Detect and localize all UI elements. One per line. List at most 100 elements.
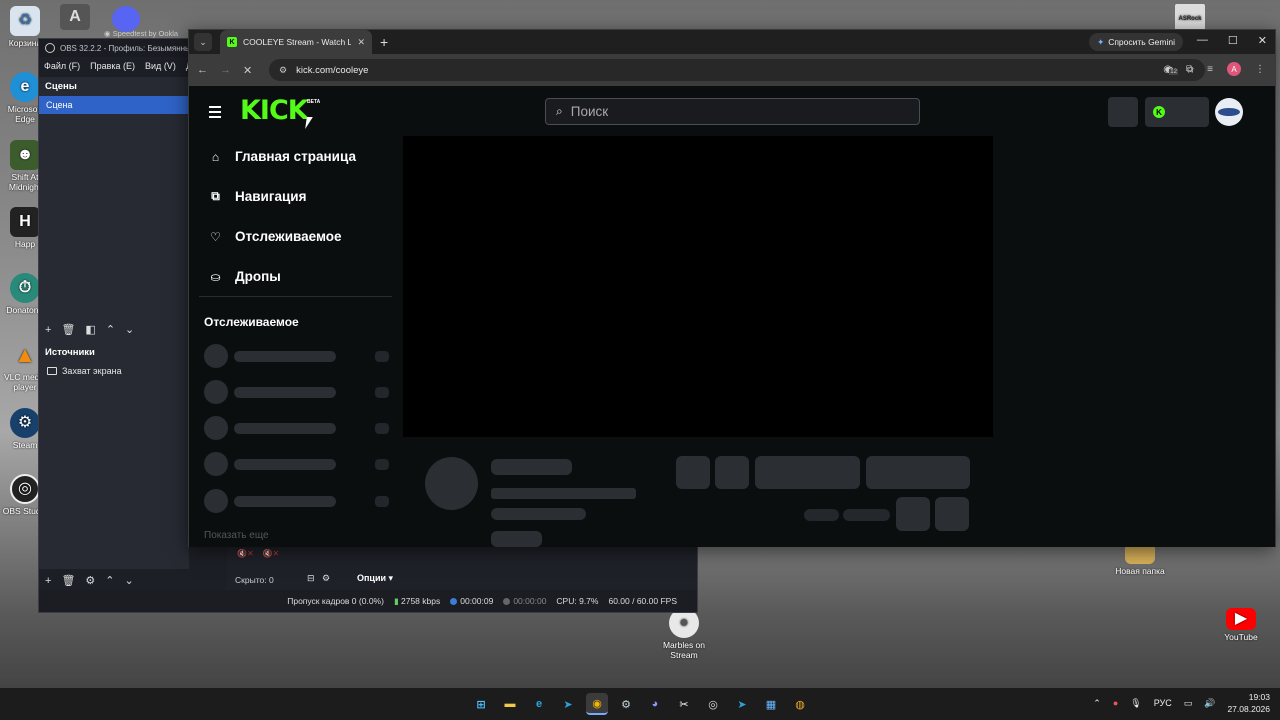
background-tab-label: Speedtest by Ookla bbox=[112, 29, 179, 38]
remove-source-icon[interactable]: 🗑 bbox=[61, 574, 75, 587]
toolbar-actions: ◉ 12 ⧉ ≡ A ⋮ bbox=[1163, 62, 1265, 76]
browse-icon: ⧉ bbox=[211, 189, 220, 203]
add-scene-icon[interactable]: + bbox=[45, 324, 51, 336]
obs-source-item[interactable]: Захват экрана bbox=[39, 362, 189, 380]
kick-coins-button[interactable]: K bbox=[1145, 97, 1209, 127]
source-settings-icon[interactable]: ⚙ bbox=[85, 574, 95, 587]
site-info-icon[interactable]: ⚙ bbox=[279, 65, 287, 76]
minimize-icon[interactable]: — bbox=[1197, 34, 1208, 47]
followed-channel-skeleton bbox=[204, 416, 389, 440]
nav-drops[interactable]: ⛀ Дропы bbox=[209, 269, 280, 284]
obs-statusbar: Пропуск кадров 0 (0.0%) ▮ 2758 kbps 00:0… bbox=[39, 590, 697, 612]
address-bar[interactable]: ⚙ kick.com/cooleye ⊕ ☆ bbox=[269, 59, 1205, 81]
source-up-icon[interactable]: ⌃ bbox=[105, 574, 114, 587]
subscribe-button-skeleton bbox=[866, 456, 970, 489]
source-down-icon[interactable]: ⌄ bbox=[125, 574, 134, 587]
capcut-icon[interactable]: ✂ bbox=[673, 693, 695, 715]
close-tab-icon[interactable]: ✕ bbox=[357, 37, 365, 48]
video-player[interactable] bbox=[403, 136, 993, 437]
file-explorer-icon[interactable]: ▬ bbox=[499, 693, 521, 715]
share-button-skeleton bbox=[896, 497, 930, 531]
recycle-bin-icon: ♻ bbox=[10, 6, 40, 36]
desktop-icon-label: YouTube bbox=[1224, 632, 1258, 642]
scene-filter-icon[interactable]: ◧ bbox=[85, 323, 95, 336]
obs-taskbar-icon[interactable]: ◎ bbox=[702, 693, 724, 715]
input-language[interactable]: РУС bbox=[1154, 698, 1172, 708]
stop-icon[interactable]: ✕ bbox=[243, 64, 252, 77]
happ-icon: H bbox=[10, 207, 40, 237]
tab-title: COOLEYE Stream - Watch Live bbox=[243, 37, 352, 47]
channel-name-skeleton bbox=[491, 459, 572, 475]
steam-taskbar-icon[interactable]: ⚙ bbox=[615, 693, 637, 715]
obs-sources-toolbar: + 🗑 ⚙ ⌃ ⌄ bbox=[45, 574, 134, 588]
obs-menu-edit[interactable]: Правка (E) bbox=[90, 61, 135, 71]
desktop-icon-youtube[interactable]: ▶ YouTube bbox=[1218, 608, 1264, 642]
donation-app-icon[interactable]: ◍ bbox=[789, 693, 811, 715]
forward-icon[interactable]: → bbox=[220, 64, 231, 76]
maximize-icon[interactable]: ☐ bbox=[1228, 34, 1238, 47]
url-text: kick.com/cooleye bbox=[296, 64, 369, 76]
nav-home[interactable]: ⌂ Главная страница bbox=[209, 149, 356, 164]
close-window-icon[interactable]: ✕ bbox=[1258, 34, 1267, 47]
kick-favicon-icon: K bbox=[227, 37, 237, 47]
chrome-menu-icon[interactable]: ⋮ bbox=[1255, 64, 1265, 75]
more-button-skeleton bbox=[935, 497, 969, 531]
network-icon[interactable]: ▭ bbox=[1184, 698, 1193, 709]
chrome-taskbar-icon[interactable]: ◉ bbox=[586, 693, 608, 715]
volume-icon[interactable]: 🔊 bbox=[1204, 698, 1215, 709]
followed-section-title: Отслеживаемое bbox=[204, 315, 299, 329]
obs-transition-icons[interactable]: ⊟ ⚙ bbox=[307, 573, 330, 584]
follow-button-skeleton bbox=[755, 456, 860, 489]
mute-icons[interactable]: 🔇✕ 🔇✕ bbox=[237, 549, 279, 558]
extensions-puzzle-icon[interactable]: ⧉ bbox=[1186, 64, 1193, 75]
gemini-button[interactable]: ✦ Спросить Gemini bbox=[1089, 33, 1183, 51]
remove-scene-icon[interactable]: 🗑 bbox=[61, 323, 75, 336]
extension-badge-icon[interactable]: ◉ 12 bbox=[1163, 64, 1178, 75]
search-input[interactable]: ⌕ Поиск bbox=[545, 98, 920, 125]
edge-taskbar-icon[interactable]: e bbox=[528, 693, 550, 715]
home-icon: ⌂ bbox=[211, 149, 220, 164]
donaton-icon: ⏱ bbox=[10, 273, 40, 303]
clock[interactable]: 19:03 27.08.2026 bbox=[1227, 691, 1270, 715]
desktop-icon-marbles[interactable]: ● Marbles on Stream bbox=[658, 608, 710, 660]
new-tab-icon[interactable]: + bbox=[380, 34, 388, 50]
discord-taskbar-icon[interactable]: ◕ bbox=[644, 693, 666, 715]
obs-options-button[interactable]: Опции ▾ bbox=[357, 573, 393, 584]
chrome-window[interactable]: ⌄ K COOLEYE Stream - Watch Live ✕ + ✦ Сп… bbox=[188, 29, 1276, 547]
nav-browse[interactable]: ⧉ Навигация bbox=[209, 189, 306, 204]
move-up-icon[interactable]: ⌃ bbox=[106, 323, 115, 336]
media-control-icon[interactable]: ≡ bbox=[1207, 64, 1213, 75]
nav-following[interactable]: ♡ Отслеживаемое bbox=[209, 229, 341, 244]
telegram-icon[interactable]: ➤ bbox=[557, 693, 579, 715]
obs-sources-title: Источники bbox=[45, 347, 95, 358]
tray-app-icon[interactable]: ● bbox=[1113, 698, 1118, 708]
telegram-alt-icon[interactable]: ➤ bbox=[731, 693, 753, 715]
extension-badge-count: 12 bbox=[1169, 68, 1178, 75]
move-down-icon[interactable]: ⌄ bbox=[125, 323, 134, 336]
tab-kick-stream[interactable]: K COOLEYE Stream - Watch Live ✕ bbox=[220, 30, 372, 54]
start-windows-icon[interactable]: ⊞ bbox=[470, 693, 492, 715]
tray-chevron-icon[interactable]: ⌃ bbox=[1093, 698, 1101, 709]
kick-page: KICK BETA ⌕ Поиск K ⌂ Главная страница ⧉… bbox=[189, 86, 1275, 547]
obs-scenes-toolbar: + 🗑 ◧ ⌃ ⌄ bbox=[45, 323, 134, 337]
obs-fps: 60.00 / 60.00 FPS bbox=[608, 596, 677, 606]
obs-sources-dock: Источники Захват экрана bbox=[39, 343, 189, 569]
microphone-icon[interactable]: 🎙 bbox=[1130, 698, 1141, 709]
kick-logo[interactable]: KICK bbox=[240, 95, 309, 126]
add-source-icon[interactable]: + bbox=[45, 575, 51, 587]
obs-scene-item[interactable]: Сцена bbox=[39, 96, 189, 114]
obs-menu-view[interactable]: Вид (V) bbox=[145, 61, 176, 71]
header-action-button[interactable] bbox=[1108, 97, 1138, 127]
obs-icon: ◎ bbox=[10, 474, 40, 504]
profile-avatar[interactable]: A bbox=[1227, 62, 1241, 76]
hamburger-menu-icon[interactable] bbox=[209, 106, 221, 121]
user-avatar[interactable] bbox=[1215, 98, 1243, 126]
show-more-link[interactable]: Показать еще bbox=[204, 530, 269, 541]
photos-icon[interactable]: ▦ bbox=[760, 693, 782, 715]
tab-search-chevron-icon[interactable]: ⌄ bbox=[194, 33, 212, 51]
desktop-icon-a[interactable]: A bbox=[60, 4, 90, 30]
obs-stream-time-value: 00:00:09 bbox=[460, 596, 494, 606]
back-icon[interactable]: ← bbox=[197, 64, 208, 76]
sidebar-divider bbox=[199, 296, 392, 297]
obs-menu-file[interactable]: Файл (F) bbox=[44, 61, 80, 71]
